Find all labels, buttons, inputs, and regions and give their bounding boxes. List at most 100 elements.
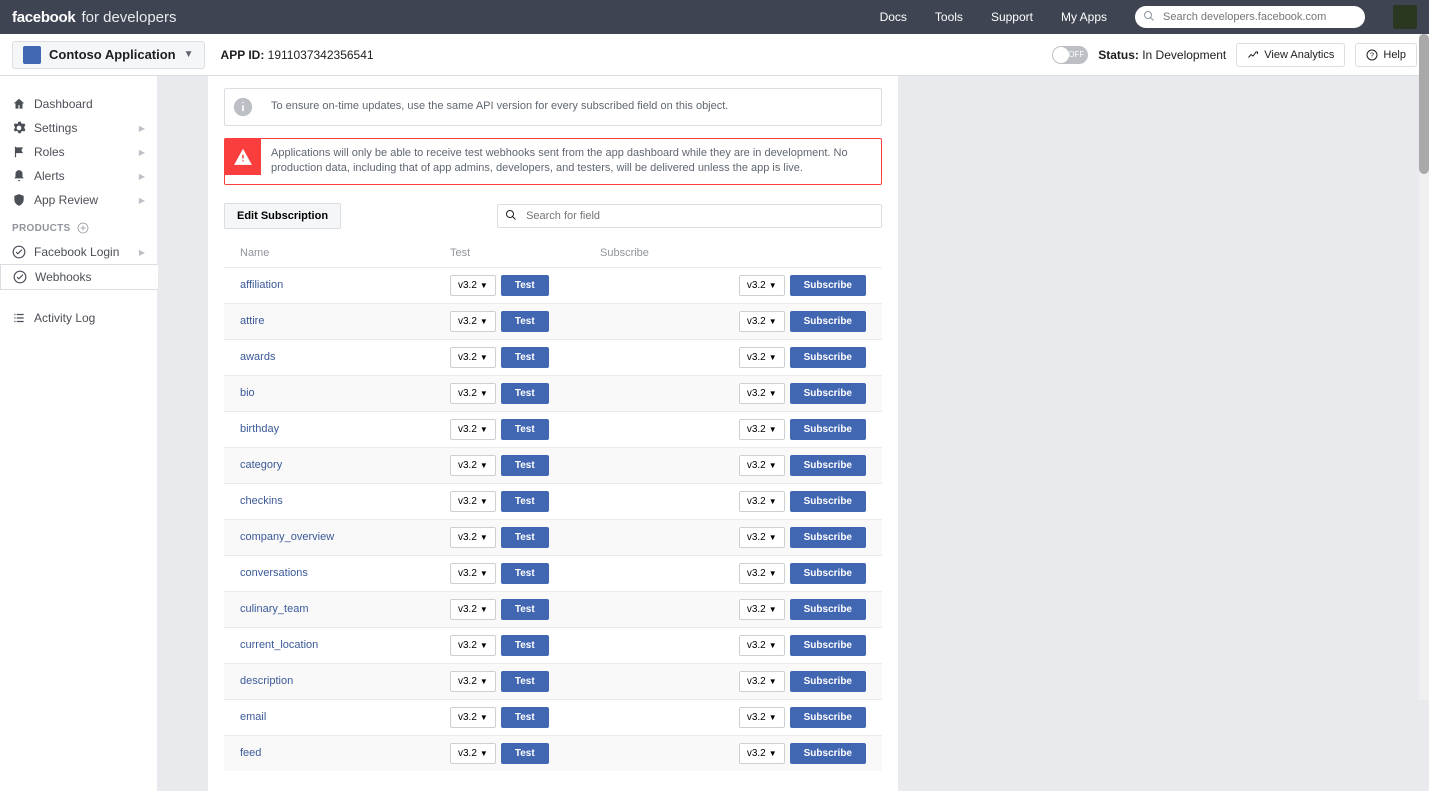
- test-button[interactable]: Test: [501, 275, 549, 296]
- sidebar-item-alerts[interactable]: Alerts ▶: [0, 164, 157, 188]
- subscribe-button[interactable]: Subscribe: [790, 347, 866, 368]
- test-button[interactable]: Test: [501, 383, 549, 404]
- test-version-dropdown[interactable]: v3.2 ▼: [450, 419, 496, 440]
- subscribe-button[interactable]: Subscribe: [790, 419, 866, 440]
- test-version-dropdown[interactable]: v3.2 ▼: [450, 455, 496, 476]
- field-name-link[interactable]: awards: [240, 351, 450, 363]
- test-version-dropdown[interactable]: v3.2 ▼: [450, 275, 496, 296]
- subscribe-version-dropdown[interactable]: v3.2 ▼: [739, 419, 785, 440]
- field-name-link[interactable]: affiliation: [240, 279, 450, 291]
- subscribe-button[interactable]: Subscribe: [790, 743, 866, 764]
- test-version-dropdown[interactable]: v3.2 ▼: [450, 563, 496, 584]
- field-name-link[interactable]: company_overview: [240, 531, 450, 543]
- nav-docs[interactable]: Docs: [880, 10, 907, 24]
- field-name-link[interactable]: category: [240, 459, 450, 471]
- test-version-dropdown[interactable]: v3.2 ▼: [450, 527, 496, 548]
- subscribe-button[interactable]: Subscribe: [790, 563, 866, 584]
- subscribe-version-dropdown[interactable]: v3.2 ▼: [739, 455, 785, 476]
- live-toggle[interactable]: OFF: [1052, 46, 1088, 64]
- subscribe-version-dropdown[interactable]: v3.2 ▼: [739, 743, 785, 764]
- scrollbar[interactable]: [1419, 34, 1429, 700]
- caret-down-icon: ▼: [480, 317, 488, 326]
- test-button[interactable]: Test: [501, 491, 549, 512]
- field-name-link[interactable]: feed: [240, 747, 450, 759]
- test-version-dropdown[interactable]: v3.2 ▼: [450, 671, 496, 692]
- sidebar-item-app-review[interactable]: App Review ▶: [0, 188, 157, 212]
- subscribe-version-dropdown[interactable]: v3.2 ▼: [739, 635, 785, 656]
- test-button[interactable]: Test: [501, 743, 549, 764]
- field-name-link[interactable]: current_location: [240, 639, 450, 651]
- subscribe-version-dropdown[interactable]: v3.2 ▼: [739, 671, 785, 692]
- edit-subscription-button[interactable]: Edit Subscription: [224, 203, 341, 229]
- sidebar-item-roles[interactable]: Roles ▶: [0, 140, 157, 164]
- subscribe-button[interactable]: Subscribe: [790, 671, 866, 692]
- field-name-link[interactable]: bio: [240, 387, 450, 399]
- caret-down-icon: ▼: [480, 677, 488, 686]
- test-button[interactable]: Test: [501, 635, 549, 656]
- plus-icon[interactable]: [77, 222, 89, 234]
- home-icon: [12, 97, 26, 111]
- test-button[interactable]: Test: [501, 455, 549, 476]
- subscribe-button[interactable]: Subscribe: [790, 275, 866, 296]
- help-button[interactable]: Help: [1355, 43, 1417, 67]
- subscribe-version-dropdown[interactable]: v3.2 ▼: [739, 275, 785, 296]
- caret-down-icon: ▼: [769, 713, 777, 722]
- sidebar-item-webhooks[interactable]: Webhooks: [0, 264, 158, 290]
- test-version-dropdown[interactable]: v3.2 ▼: [450, 311, 496, 332]
- subscribe-version-dropdown[interactable]: v3.2 ▼: [739, 347, 785, 368]
- global-search: [1135, 6, 1365, 28]
- field-name-link[interactable]: conversations: [240, 567, 450, 579]
- subscribe-button[interactable]: Subscribe: [790, 455, 866, 476]
- subscribe-button[interactable]: Subscribe: [790, 707, 866, 728]
- test-button[interactable]: Test: [501, 347, 549, 368]
- test-version-dropdown[interactable]: v3.2 ▼: [450, 599, 496, 620]
- test-version-dropdown[interactable]: v3.2 ▼: [450, 743, 496, 764]
- subscribe-version-dropdown[interactable]: v3.2 ▼: [739, 599, 785, 620]
- avatar[interactable]: [1393, 5, 1417, 29]
- test-button[interactable]: Test: [501, 671, 549, 692]
- subscribe-version-dropdown[interactable]: v3.2 ▼: [739, 707, 785, 728]
- field-search-input[interactable]: [497, 204, 882, 228]
- test-button[interactable]: Test: [501, 311, 549, 332]
- field-name-link[interactable]: email: [240, 711, 450, 723]
- nav-myapps[interactable]: My Apps: [1061, 10, 1107, 24]
- subscribe-version-dropdown[interactable]: v3.2 ▼: [739, 527, 785, 548]
- warning-alert: Applications will only be able to receiv…: [224, 138, 882, 185]
- test-button[interactable]: Test: [501, 599, 549, 620]
- test-button[interactable]: Test: [501, 563, 549, 584]
- nav-support[interactable]: Support: [991, 10, 1033, 24]
- sidebar-item-activity-log[interactable]: Activity Log: [0, 306, 157, 330]
- subscribe-version-dropdown[interactable]: v3.2 ▼: [739, 563, 785, 584]
- test-button[interactable]: Test: [501, 707, 549, 728]
- subscribe-version-dropdown[interactable]: v3.2 ▼: [739, 491, 785, 512]
- sidebar-item-facebook-login[interactable]: Facebook Login ▶: [0, 240, 157, 264]
- test-button[interactable]: Test: [501, 419, 549, 440]
- global-search-input[interactable]: [1135, 6, 1365, 28]
- test-version-dropdown[interactable]: v3.2 ▼: [450, 635, 496, 656]
- subscribe-button[interactable]: Subscribe: [790, 383, 866, 404]
- field-name-link[interactable]: birthday: [240, 423, 450, 435]
- field-name-link[interactable]: checkins: [240, 495, 450, 507]
- test-button[interactable]: Test: [501, 527, 549, 548]
- subscribe-button[interactable]: Subscribe: [790, 491, 866, 512]
- brand[interactable]: facebook for developers: [12, 9, 177, 26]
- sidebar-item-dashboard[interactable]: Dashboard: [0, 92, 157, 116]
- sidebar-item-settings[interactable]: Settings ▶: [0, 116, 157, 140]
- subscribe-button[interactable]: Subscribe: [790, 311, 866, 332]
- subscribe-version-dropdown[interactable]: v3.2 ▼: [739, 383, 785, 404]
- view-analytics-button[interactable]: View Analytics: [1236, 43, 1345, 67]
- app-selector[interactable]: Contoso Application ▼: [12, 41, 205, 69]
- subscribe-button[interactable]: Subscribe: [790, 527, 866, 548]
- subscribe-button[interactable]: Subscribe: [790, 599, 866, 620]
- field-name-link[interactable]: attire: [240, 315, 450, 327]
- field-name-link[interactable]: culinary_team: [240, 603, 450, 615]
- subscribe-button[interactable]: Subscribe: [790, 635, 866, 656]
- test-version-dropdown[interactable]: v3.2 ▼: [450, 347, 496, 368]
- subscribe-version-dropdown[interactable]: v3.2 ▼: [739, 311, 785, 332]
- test-version-dropdown[interactable]: v3.2 ▼: [450, 707, 496, 728]
- test-version-dropdown[interactable]: v3.2 ▼: [450, 491, 496, 512]
- test-version-dropdown[interactable]: v3.2 ▼: [450, 383, 496, 404]
- nav-tools[interactable]: Tools: [935, 10, 963, 24]
- caret-down-icon: ▼: [480, 713, 488, 722]
- field-name-link[interactable]: description: [240, 675, 450, 687]
